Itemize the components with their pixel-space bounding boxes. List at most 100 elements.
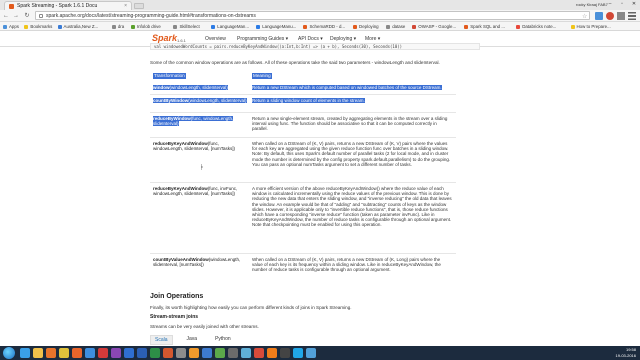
bookmark-item[interactable]: Bookmarks xyxy=(24,23,52,30)
onenote-icon[interactable] xyxy=(111,348,121,358)
bookmark-icon xyxy=(3,24,7,29)
skype-icon[interactable] xyxy=(293,348,303,358)
table-header: Transformation Meaning xyxy=(153,73,453,80)
transformation-meaning: A more efficient version of the above re… xyxy=(252,186,452,228)
app-icon[interactable] xyxy=(306,348,316,358)
bookmark-item[interactable]: Deploying xyxy=(353,23,379,30)
extension-icon[interactable] xyxy=(617,12,625,20)
bookmark-label: Deploying xyxy=(359,24,379,29)
system-clock[interactable]: 19:58 19-03-2016 xyxy=(616,347,636,358)
bookmark-item[interactable]: SkillSelect xyxy=(173,23,200,30)
header-transformation: Transformation xyxy=(153,73,186,79)
bookmark-item[interactable]: Australia,New Z... xyxy=(57,23,99,30)
spark-logo[interactable]: Spark xyxy=(152,33,177,43)
clock-date: 19-03-2016 xyxy=(615,352,636,358)
start-button[interactable] xyxy=(3,347,15,359)
tab-title: Spark Streaming - Spark 1.6.1 Docu xyxy=(17,3,98,9)
outlook-icon[interactable] xyxy=(124,348,134,358)
close-window-button[interactable]: ✕ xyxy=(628,1,640,8)
word-icon[interactable] xyxy=(137,348,147,358)
row-divider xyxy=(150,182,456,183)
row-divider xyxy=(150,112,456,113)
bookmark-label: LanguageMan... xyxy=(217,24,250,29)
browser-tab[interactable]: Spark Streaming - Spark 1.6.1 Docu × xyxy=(4,1,132,10)
bookmark-item[interactable]: LanguageMan... xyxy=(211,23,249,30)
ie-icon[interactable] xyxy=(20,348,30,358)
camera-icon[interactable] xyxy=(228,348,238,358)
bookmark-icon xyxy=(570,24,575,29)
bookmark-icon xyxy=(386,24,391,29)
tab-python[interactable]: Python xyxy=(211,335,235,345)
intro-paragraph: Some of the common window operations are… xyxy=(150,60,440,65)
nav-deploying[interactable]: Deploying ▾ xyxy=(330,36,356,42)
firefox-icon[interactable] xyxy=(72,348,82,358)
nav-api-docs[interactable]: API Docs ▾ xyxy=(298,36,323,42)
address-bar-input[interactable]: spark.apache.org/docs/latest/streaming-p… xyxy=(35,11,590,20)
bookmark-item[interactable]: datase xyxy=(386,23,405,30)
bookmark-item[interactable]: LanguageManu... xyxy=(256,23,296,30)
tab-close-icon[interactable]: × xyxy=(124,3,127,9)
bookmark-icon xyxy=(464,24,469,29)
bookmark-label: Apps xyxy=(9,24,20,29)
transformation-meaning: Return a new single-element stream, crea… xyxy=(252,116,448,132)
code-language-tabs: Scala Java Python xyxy=(150,335,235,345)
excel-icon[interactable] xyxy=(150,348,160,358)
back-button[interactable]: ← xyxy=(2,12,10,20)
settings-icon[interactable] xyxy=(176,348,186,358)
bookmarks-bar: Apps Bookmarks Australia,New Z... dra Infolo… xyxy=(0,22,640,31)
bookmark-icon xyxy=(256,24,261,29)
bookmark-item[interactable]: OWASP - Google... xyxy=(412,23,456,30)
opera-icon[interactable] xyxy=(98,348,108,358)
powerpoint-icon[interactable] xyxy=(163,348,173,358)
bookmark-icon xyxy=(353,24,358,29)
tab-scala[interactable]: Scala xyxy=(150,335,173,345)
media-icon[interactable] xyxy=(46,348,56,358)
dropbox-icon[interactable] xyxy=(85,348,95,358)
nav-overview[interactable]: Overview xyxy=(205,36,226,42)
bookmark-icon xyxy=(24,24,29,29)
bookmark-item[interactable]: SchemaRDD - d... xyxy=(303,23,345,30)
extension-icon[interactable] xyxy=(595,12,603,20)
maximize-button[interactable]: ▫ xyxy=(616,1,628,8)
extension-icon[interactable] xyxy=(606,12,614,20)
terminal-icon[interactable] xyxy=(280,348,290,358)
menu-icon[interactable] xyxy=(628,12,636,20)
page-info-icon[interactable] xyxy=(39,13,43,18)
sublime-icon[interactable] xyxy=(189,348,199,358)
bookmark-item[interactable]: Infolob drive xyxy=(130,23,161,30)
transformation-meaning: Return a new DStream which is computed b… xyxy=(252,85,442,90)
bookmark-label: How to Prepare... xyxy=(576,24,611,29)
java-icon[interactable] xyxy=(254,348,264,358)
bookmark-label: LanguageManu... xyxy=(262,24,297,29)
row-divider xyxy=(150,137,456,138)
folder-icon[interactable] xyxy=(33,348,43,358)
row-divider xyxy=(150,94,456,95)
new-tab-button[interactable] xyxy=(134,3,144,9)
nav-more[interactable]: More ▾ xyxy=(365,36,380,42)
address-toolbar: ← → ↻ spark.apache.org/docs/latest/strea… xyxy=(0,10,640,22)
bookmark-item[interactable]: dra xyxy=(111,23,124,30)
stream-joins-intro: Streams can be very easily joined with o… xyxy=(150,324,259,329)
transformation-meaning: Return a sliding window count of element… xyxy=(252,98,365,103)
vlc-icon[interactable] xyxy=(267,348,277,358)
virtualbox-icon[interactable] xyxy=(202,348,212,358)
notepad-icon[interactable] xyxy=(241,348,251,358)
bookmark-item[interactable]: Spark SQL and ... xyxy=(464,23,505,30)
join-operations-heading: Join Operations xyxy=(150,293,204,300)
bookmark-label: Australia,New Z... xyxy=(63,24,99,29)
bookmark-label: Infolob drive xyxy=(136,24,161,29)
chrome-icon[interactable] xyxy=(59,348,69,358)
reload-button[interactable]: ↻ xyxy=(23,12,31,20)
bookmark-item[interactable]: Apps xyxy=(3,23,19,30)
bookmark-item[interactable]: Databricks note... xyxy=(516,23,556,30)
bookmark-icon xyxy=(57,24,62,29)
bookmark-star-icon[interactable]: ☆ xyxy=(582,13,587,20)
bookmark-item[interactable]: How to Prepare... xyxy=(570,23,611,30)
forward-button[interactable]: → xyxy=(12,12,20,20)
bookmark-label: SkillSelect xyxy=(179,24,200,29)
nav-programming-guides[interactable]: Programming Guides ▾ xyxy=(237,36,288,42)
spark-favicon-icon xyxy=(9,3,14,9)
minimize-button[interactable]: – xyxy=(604,1,616,8)
utorrent-icon[interactable] xyxy=(215,348,225,358)
tab-java[interactable]: Java xyxy=(183,335,202,345)
